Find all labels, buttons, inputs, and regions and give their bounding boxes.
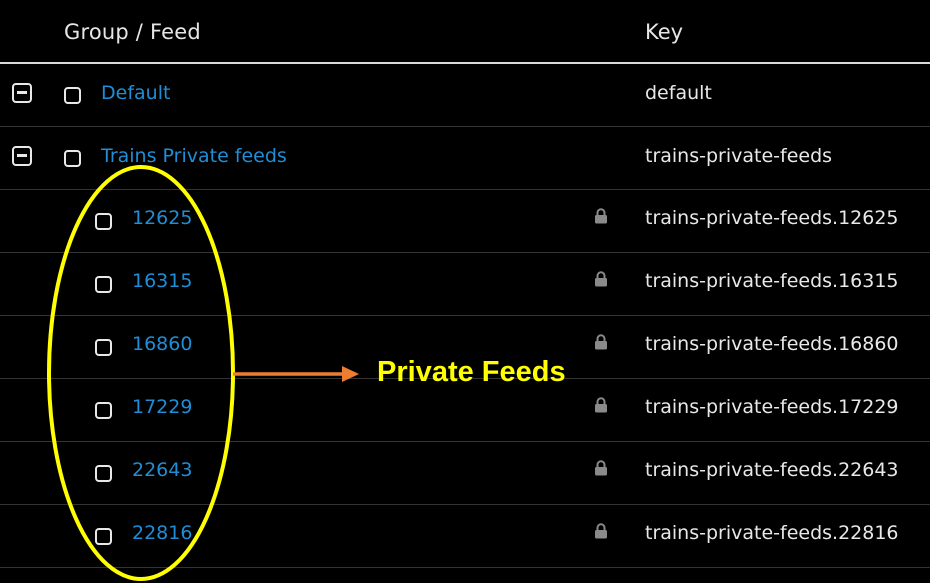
feed-key: trains-private-feeds.12625 <box>645 207 899 229</box>
lock-icon <box>595 334 607 350</box>
feed-row: 16315 trains-private-feeds.16315 <box>0 253 930 316</box>
collapse-icon[interactable] <box>12 83 32 103</box>
feed-link[interactable]: 22643 <box>132 459 192 481</box>
annotation-label: Private Feeds <box>377 356 566 388</box>
feed-key: trains-private-feeds.16315 <box>645 270 899 292</box>
group-checkbox[interactable] <box>64 87 81 104</box>
group-link-trains-private-feeds[interactable]: Trains Private feeds <box>101 145 287 167</box>
group-key: trains-private-feeds <box>645 145 833 167</box>
feed-link[interactable]: 16860 <box>132 333 192 355</box>
feed-checkbox[interactable] <box>95 402 112 419</box>
feed-link[interactable]: 12625 <box>132 207 192 229</box>
feed-checkbox[interactable] <box>95 276 112 293</box>
feed-row: 22816 trains-private-feeds.22816 <box>0 505 930 568</box>
feed-checkbox[interactable] <box>95 339 112 356</box>
feed-checkbox[interactable] <box>95 465 112 482</box>
group-link-default[interactable]: Default <box>101 82 170 104</box>
group-row-trains-private-feeds: Trains Private feeds trains-private-feed… <box>0 127 930 190</box>
lock-icon <box>595 208 607 224</box>
column-header-group-feed[interactable]: Group / Feed <box>64 20 201 44</box>
feed-link[interactable]: 16315 <box>132 270 192 292</box>
feed-key: trains-private-feeds.22643 <box>645 459 899 481</box>
feed-row: 12625 trains-private-feeds.12625 <box>0 190 930 253</box>
lock-icon <box>595 271 607 287</box>
column-header-key[interactable]: Key <box>645 20 683 44</box>
lock-icon <box>595 397 607 413</box>
feed-key: trains-private-feeds.17229 <box>645 396 899 418</box>
feed-link[interactable]: 22816 <box>132 522 192 544</box>
lock-icon <box>595 523 607 539</box>
feed-key: trains-private-feeds.22816 <box>645 522 899 544</box>
feed-checkbox[interactable] <box>95 213 112 230</box>
group-checkbox[interactable] <box>64 150 81 167</box>
group-key: default <box>645 82 712 104</box>
table-header: Group / Feed Key <box>0 0 930 64</box>
group-row-default: Default default <box>0 64 930 127</box>
feed-key: trains-private-feeds.16860 <box>645 333 899 355</box>
collapse-icon[interactable] <box>12 146 32 166</box>
feed-link[interactable]: 17229 <box>132 396 192 418</box>
lock-icon <box>595 460 607 476</box>
feed-checkbox[interactable] <box>95 528 112 545</box>
feed-row: 22643 trains-private-feeds.22643 <box>0 442 930 505</box>
